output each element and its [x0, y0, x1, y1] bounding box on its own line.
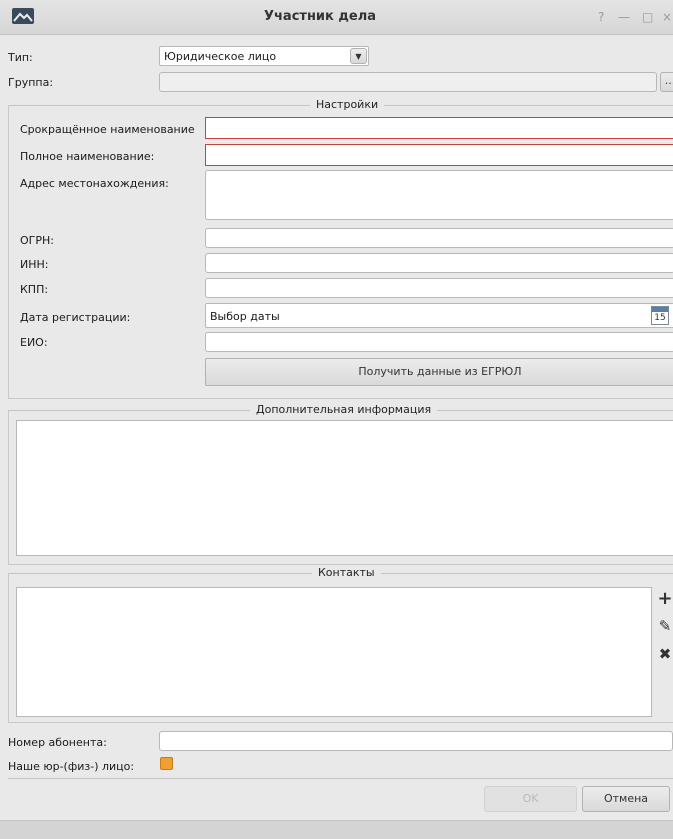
footer-divider: [8, 778, 673, 779]
type-select-value: Юридическое лицо: [164, 50, 277, 63]
group-field[interactable]: [159, 72, 657, 92]
egrul-button[interactable]: Получить данные из ЕГРЮЛ: [205, 358, 673, 386]
delete-contact-icon[interactable]: ✖: [656, 644, 673, 664]
eio-field[interactable]: [205, 332, 673, 352]
full-name-field[interactable]: [205, 144, 673, 166]
group-browse-button[interactable]: ...: [660, 72, 673, 92]
address-label: Адрес местонахождения:: [20, 177, 169, 190]
full-name-label: Полное наименование:: [20, 150, 155, 163]
subscriber-label: Номер абонента:: [8, 736, 107, 749]
reg-date-placeholder: Выбор даты: [210, 310, 280, 323]
contacts-list[interactable]: [16, 587, 652, 717]
help-button[interactable]: ?: [598, 10, 604, 24]
type-select[interactable]: Юридическое лицо ▼: [159, 46, 369, 66]
reg-date-picker[interactable]: Выбор даты 15: [205, 303, 673, 328]
title-bar: Участник дела ? — □ ×: [0, 0, 673, 35]
calendar-icon[interactable]: 15: [651, 306, 669, 325]
edit-contact-icon[interactable]: ✎: [656, 616, 673, 636]
short-name-field[interactable]: [205, 117, 673, 139]
inn-label: ИНН:: [20, 258, 49, 271]
minimize-button[interactable]: —: [618, 10, 630, 24]
kpp-label: КПП:: [20, 283, 49, 296]
eio-label: ЕИО:: [20, 336, 48, 349]
status-bar: [0, 820, 673, 839]
close-button[interactable]: ×: [662, 10, 672, 24]
add-contact-icon[interactable]: +: [656, 589, 673, 609]
chevron-down-icon[interactable]: ▼: [350, 48, 367, 64]
reg-date-label: Дата регистрации:: [20, 311, 131, 324]
ogrn-label: ОГРН:: [20, 234, 54, 247]
address-field[interactable]: [205, 170, 673, 220]
type-label: Тип:: [8, 51, 33, 64]
subscriber-field[interactable]: [159, 731, 673, 751]
kpp-field[interactable]: [205, 278, 673, 298]
short-name-label: Срокращённое наименование: [20, 123, 195, 136]
group-label: Группа:: [8, 76, 54, 89]
window-title: Участник дела: [263, 9, 376, 24]
cancel-button[interactable]: Отмена: [582, 786, 670, 812]
inn-field[interactable]: [205, 253, 673, 273]
ok-button[interactable]: OK: [484, 786, 577, 812]
maximize-button[interactable]: □: [642, 10, 653, 24]
ogrn-field[interactable]: [205, 228, 673, 248]
own-entity-checkbox[interactable]: [160, 757, 173, 770]
calendar-day: 15: [654, 313, 666, 323]
own-entity-label: Наше юр-(физ-) лицо:: [8, 760, 135, 773]
additional-info-field[interactable]: [16, 420, 673, 556]
